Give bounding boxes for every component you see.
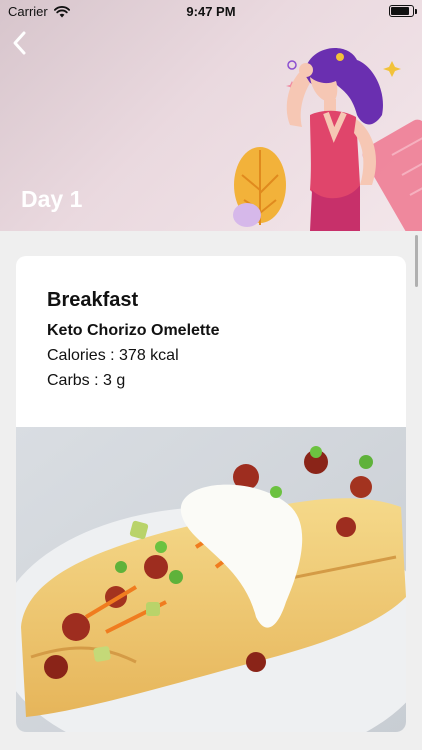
calories-text: Calories : 378 kcal bbox=[47, 347, 179, 364]
back-icon[interactable] bbox=[8, 30, 34, 56]
omelette-photo bbox=[16, 427, 406, 732]
fitness-woman-illustration bbox=[233, 48, 422, 231]
battery-icon bbox=[389, 5, 417, 17]
day-title: Day 1 bbox=[21, 186, 83, 212]
meal-title: Breakfast bbox=[47, 289, 139, 311]
screen: Carrier 9:47 PM Day 1 Breakfast Keto Cho… bbox=[0, 0, 422, 750]
status-bar: Carrier 9:47 PM bbox=[0, 0, 422, 24]
carbs-text: Carbs : 3 g bbox=[47, 372, 126, 389]
meal-card[interactable]: Breakfast Keto Chorizo Omelette Calories… bbox=[16, 256, 406, 732]
status-time: 9:47 PM bbox=[186, 4, 236, 19]
scrollbar[interactable] bbox=[415, 235, 418, 287]
dish-name: Keto Chorizo Omelette bbox=[47, 322, 220, 339]
header: Carrier 9:47 PM Day 1 bbox=[0, 0, 422, 231]
